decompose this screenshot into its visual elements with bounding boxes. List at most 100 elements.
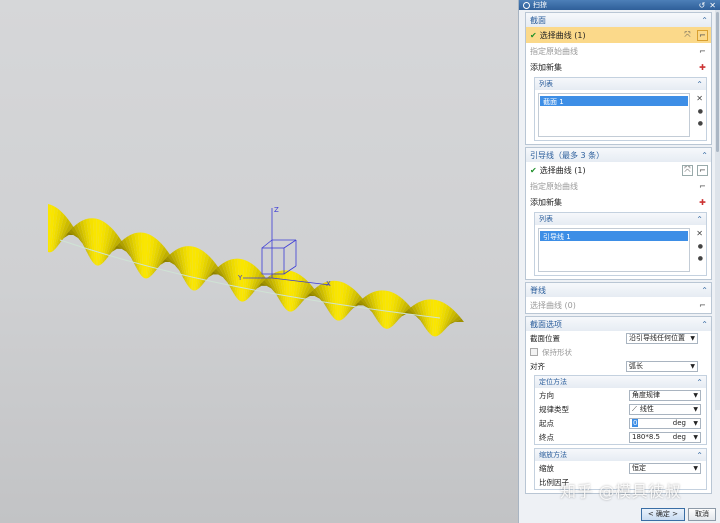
- start-label: 起点: [539, 418, 554, 428]
- law-type-value: 线性: [639, 405, 654, 413]
- guide-list-header[interactable]: 列表 ⌃: [535, 213, 706, 225]
- move-up-icon[interactable]: ●: [698, 243, 703, 250]
- origin-curve-icon[interactable]: ⌐: [697, 181, 708, 192]
- chevron-down-icon: ▼: [690, 334, 695, 342]
- add-set-icon[interactable]: ✚: [697, 62, 708, 73]
- settings-icon[interactable]: [523, 1, 530, 9]
- guide-list[interactable]: 引导线 1: [538, 228, 690, 272]
- section-select-curve-label: 选择曲线 (1): [539, 30, 586, 40]
- guide-select-curve-label: 选择曲线 (1): [539, 165, 586, 175]
- chevron-down-icon[interactable]: ▼: [693, 434, 698, 441]
- guide-select-curve[interactable]: ✔ 选择曲线 (1) ⤧ ⌐: [526, 162, 711, 178]
- axis-z-label: Z: [274, 206, 279, 214]
- section-specify-origin[interactable]: 指定原始曲线 ⌐: [526, 43, 711, 59]
- delete-icon[interactable]: ✕: [696, 94, 703, 103]
- law-type-select[interactable]: ⟋ 线性 ▼: [629, 403, 701, 415]
- direction-row: 方向 角度规律 ▼: [535, 388, 706, 402]
- move-up-icon[interactable]: ●: [698, 108, 703, 115]
- spine-group-header[interactable]: 脊线 ⌃: [526, 283, 711, 297]
- axis-x-label: X: [326, 280, 331, 288]
- list-item[interactable]: 截面 1: [540, 96, 688, 106]
- scale-label: 缩放: [539, 463, 554, 473]
- delete-icon[interactable]: ✕: [696, 229, 703, 238]
- sketch-spine-icon[interactable]: ⌐: [697, 300, 708, 311]
- chevron-down-icon[interactable]: ▼: [693, 420, 698, 427]
- spine-select-curve[interactable]: 选择曲线 (0) ⌐: [526, 297, 711, 313]
- move-down-icon[interactable]: ●: [698, 255, 703, 262]
- section-select-curve[interactable]: ✔ 选择曲线 (1) ⤧ ⌐: [526, 27, 711, 43]
- section-position-row: 截面位置 沿引导线任何位置 ▼: [526, 331, 711, 345]
- orientation-header[interactable]: 定位方法 ⌃: [535, 376, 706, 388]
- law-type-row: 规律类型 ⟋ 线性 ▼: [535, 402, 706, 416]
- dialog-scrollbar[interactable]: [715, 10, 720, 410]
- section-options-header[interactable]: 截面选项 ⌃: [526, 317, 711, 331]
- spine-select-curve-label: 选择曲线 (0): [530, 300, 576, 310]
- section-group: 截面 ⌃ ✔ 选择曲线 (1) ⤧ ⌐ 指定原始曲线 ⌐ 添加新集 ✚ 列表 ⌃…: [525, 12, 712, 145]
- dialog-footer: < 确定 > 取消: [519, 505, 720, 523]
- collapse-icon[interactable]: ⌃: [696, 378, 703, 387]
- start-unit: deg: [672, 419, 686, 427]
- collapse-icon[interactable]: ⌃: [701, 151, 708, 160]
- collapse-icon[interactable]: ⌃: [701, 16, 708, 25]
- section-list-header[interactable]: 列表 ⌃: [535, 78, 706, 90]
- section-list-group: 列表 ⌃ 截面 1 ✕ ● ●: [534, 77, 707, 141]
- graphics-viewport[interactable]: Z Y X: [0, 0, 518, 523]
- close-icon[interactable]: ✕: [709, 1, 716, 10]
- guide-group: 引导线（最多 3 条） ⌃ ✔ 选择曲线 (1) ⤧ ⌐ 指定原始曲线 ⌐ 添加…: [525, 147, 712, 280]
- end-input[interactable]: 180*8.5 deg ▼: [629, 431, 701, 443]
- guide-group-title: 引导线（最多 3 条）: [530, 150, 605, 160]
- sketch-guide-icon[interactable]: ⌐: [697, 164, 708, 176]
- section-position-select[interactable]: 沿引导线任何位置 ▼: [626, 332, 698, 344]
- keep-shape-checkbox[interactable]: [530, 348, 538, 356]
- cancel-button[interactable]: 取消: [688, 507, 716, 521]
- align-select[interactable]: 弧长 ▼: [626, 360, 698, 372]
- scaling-header[interactable]: 缩放方法 ⌃: [535, 449, 706, 461]
- end-value: 180*8.5: [632, 433, 660, 441]
- chevron-down-icon: ▼: [693, 464, 698, 472]
- guide-specify-origin[interactable]: 指定原始曲线 ⌐: [526, 178, 711, 194]
- ok-button[interactable]: < 确定 >: [640, 507, 685, 521]
- section-position-value: 沿引导线任何位置: [629, 334, 685, 342]
- section-options-title: 截面选项: [530, 319, 562, 329]
- guide-group-header[interactable]: 引导线（最多 3 条） ⌃: [526, 148, 711, 162]
- origin-curve-icon[interactable]: ⌐: [697, 46, 708, 57]
- scaling-title: 缩放方法: [539, 451, 567, 459]
- reset-icon[interactable]: ↺: [699, 1, 706, 10]
- end-row: 终点 180*8.5 deg ▼: [535, 430, 706, 444]
- end-unit: deg: [672, 433, 686, 441]
- section-list[interactable]: 截面 1: [538, 93, 690, 137]
- guide-specify-origin-label: 指定原始曲线: [530, 181, 578, 191]
- collapse-icon[interactable]: ⌃: [696, 80, 703, 89]
- start-input[interactable]: 0 deg ▼: [629, 417, 701, 429]
- move-down-icon[interactable]: ●: [698, 120, 703, 127]
- chevron-down-icon: ▼: [693, 405, 698, 413]
- guide-add-new-set[interactable]: 添加新集 ✚: [526, 194, 711, 210]
- section-list-title: 列表: [539, 80, 553, 88]
- section-position-label: 截面位置: [530, 333, 560, 343]
- section-group-header[interactable]: 截面 ⌃: [526, 13, 711, 27]
- helical-sweep-surface[interactable]: Z Y X: [0, 0, 518, 523]
- chevron-down-icon: ▼: [693, 391, 698, 399]
- sketch-section-icon[interactable]: ⌐: [697, 29, 708, 41]
- section-add-new-set[interactable]: 添加新集 ✚: [526, 59, 711, 75]
- collapse-icon[interactable]: ⌃: [701, 320, 708, 329]
- curve-rule-icon[interactable]: ⤧: [682, 164, 693, 176]
- spine-group: 脊线 ⌃ 选择曲线 (0) ⌐: [525, 282, 712, 314]
- collapse-icon[interactable]: ⌃: [696, 451, 703, 460]
- add-set-icon[interactable]: ✚: [697, 197, 708, 208]
- collapse-icon[interactable]: ⌃: [701, 286, 708, 295]
- orientation-group: 定位方法 ⌃ 方向 角度规律 ▼ 规律类型 ⟋ 线性 ▼ 起点 0 deg ▼ …: [534, 375, 707, 445]
- list-item[interactable]: 引导线 1: [540, 231, 688, 241]
- start-row: 起点 0 deg ▼: [535, 416, 706, 430]
- keep-shape-row[interactable]: 保持形状: [526, 345, 711, 359]
- direction-select[interactable]: 角度规律 ▼: [629, 389, 701, 401]
- align-row: 对齐 弧长 ▼: [526, 359, 711, 373]
- scale-select[interactable]: 恒定 ▼: [629, 462, 701, 474]
- sweep-dialog: 扫掠 ↺ ✕ 截面 ⌃ ✔ 选择曲线 (1) ⤧ ⌐ 指定原始曲线 ⌐ 添加新集…: [518, 0, 720, 523]
- direction-label: 方向: [539, 390, 554, 400]
- end-label: 终点: [539, 432, 554, 442]
- curve-rule-icon[interactable]: ⤧: [682, 30, 693, 41]
- collapse-icon[interactable]: ⌃: [696, 215, 703, 224]
- section-specify-origin-label: 指定原始曲线: [530, 46, 578, 56]
- align-label: 对齐: [530, 361, 545, 371]
